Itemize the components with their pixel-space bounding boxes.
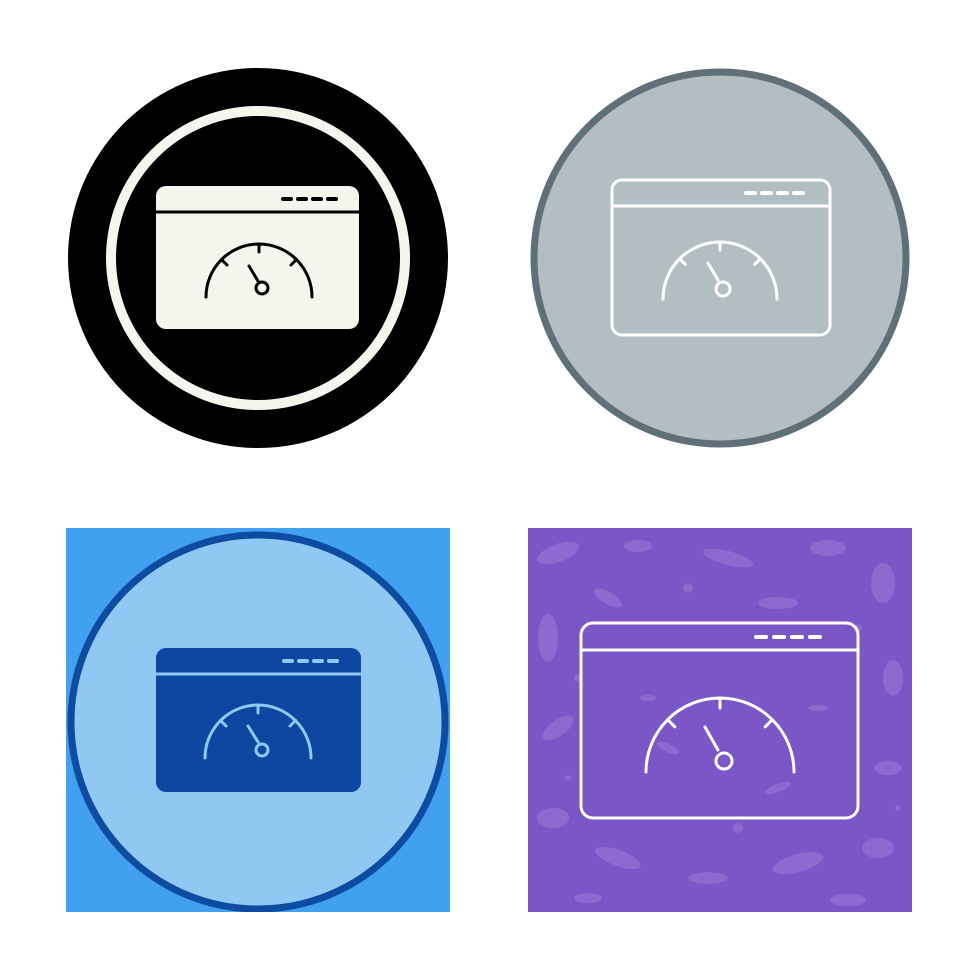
- browser-window: [156, 186, 359, 329]
- browser-window: [156, 648, 361, 792]
- browser-speedometer-icon: [528, 528, 912, 912]
- browser-speedometer-icon: [66, 528, 450, 912]
- browser-speedometer-icon: [530, 68, 910, 448]
- icon-variant-line-purple: [528, 528, 912, 912]
- browser-speedometer-icon: [68, 68, 448, 448]
- icon-variant-glyph-black: [66, 66, 450, 450]
- icon-variant-flat-blue: [66, 528, 450, 912]
- icon-set-sheet: [0, 0, 980, 980]
- outer-circle: [530, 68, 910, 448]
- icon-variant-line-gray: [528, 66, 912, 450]
- background-square: [528, 528, 912, 912]
